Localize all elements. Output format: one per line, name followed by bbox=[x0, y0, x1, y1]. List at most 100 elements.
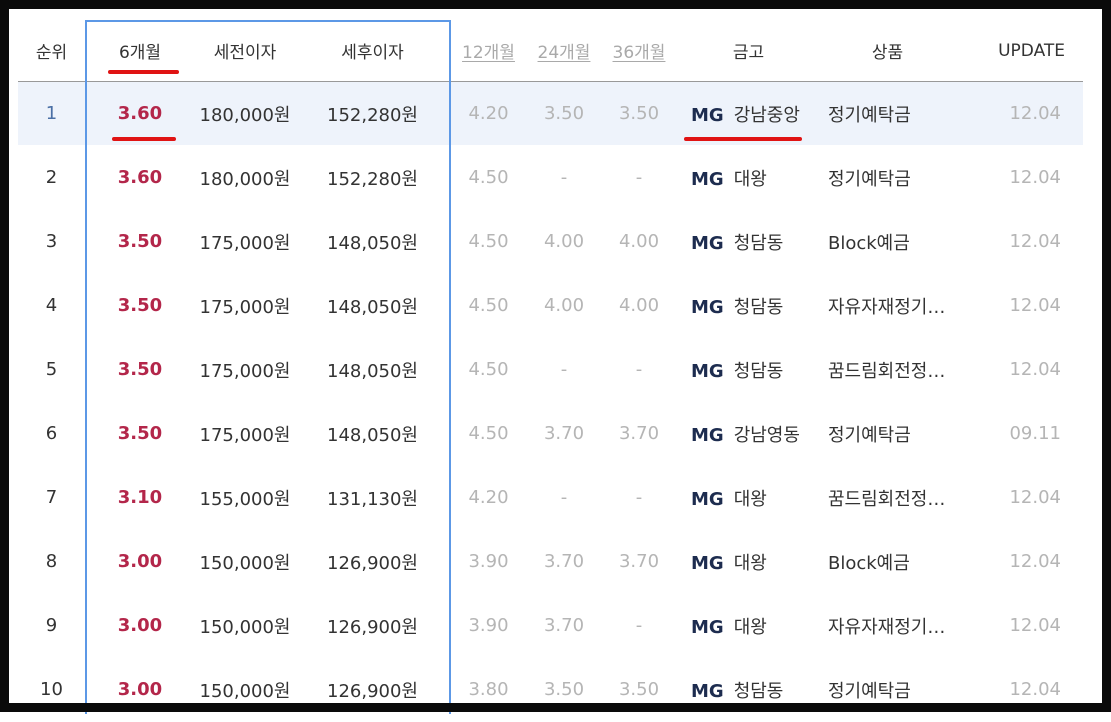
rate-6-month-cell: 3.60 bbox=[85, 81, 195, 146]
table-row[interactable]: 6 3.50 175,000원 148,050원 4.50 3.70 3.70 MG 강남영동 정… bbox=[18, 401, 1083, 466]
mg-logo: MG bbox=[691, 360, 724, 382]
update-date-cell: 12.04 bbox=[955, 209, 1083, 274]
table-row[interactable]: 4 3.50 175,000원 148,050원 4.50 4.00 4.00 MG 청담동 자유… bbox=[18, 273, 1083, 338]
bank-name: 청담동 bbox=[733, 296, 784, 318]
rank-cell: 4 bbox=[18, 273, 85, 338]
header-bank: 금고 bbox=[677, 20, 820, 82]
pretax-interest-cell: 175,000원 bbox=[195, 209, 295, 274]
rate-24-month-cell: 3.70 bbox=[527, 593, 601, 658]
table-row[interactable]: 2 3.60 180,000원 152,280원 4.50- - MG 대왕 정기예탁금 12.0… bbox=[18, 145, 1083, 210]
bank-cell[interactable]: MG 청담동 bbox=[677, 209, 820, 274]
pretax-interest-cell: 180,000원 bbox=[195, 81, 295, 146]
bank-name: 청담동 bbox=[733, 680, 784, 702]
rate-6-month-cell: 3.00 bbox=[85, 529, 195, 594]
rate-24-month-cell: 4.00 bbox=[527, 209, 601, 274]
mg-logo: MG bbox=[691, 680, 724, 702]
posttax-interest-cell: 148,050원 bbox=[295, 209, 450, 274]
mg-logo: MG bbox=[691, 424, 724, 446]
pretax-interest-cell: 175,000원 bbox=[195, 401, 295, 466]
bank-name: 대왕 bbox=[733, 616, 767, 638]
pretax-interest-cell: 180,000원 bbox=[195, 145, 295, 210]
bank-cell[interactable]: MG 청담동 bbox=[677, 273, 820, 338]
posttax-interest-cell: 152,280원 bbox=[295, 81, 450, 146]
rate-12-month-cell: 3.90 bbox=[450, 529, 527, 594]
rate-6-month-cell: 3.50 bbox=[85, 337, 195, 402]
deposit-rate-table: 순위 6개월 세전이자 세후이자 12개월 24개월 36개월 금고 상품 UP… bbox=[18, 20, 1083, 722]
rate-24-month-cell: - bbox=[527, 465, 601, 530]
bank-name: 강남영동 bbox=[733, 424, 800, 446]
product-cell[interactable]: 정기예탁금 bbox=[820, 145, 955, 210]
update-date-cell: 12.04 bbox=[955, 145, 1083, 210]
rate-12-month-cell: 3.90 bbox=[450, 593, 527, 658]
rate-12-month-cell: 4.50 bbox=[450, 337, 527, 402]
bank-cell[interactable]: MG 청담동 bbox=[677, 337, 820, 402]
header-rank: 순위 bbox=[18, 20, 85, 82]
annotation-underline-top-bank bbox=[684, 137, 802, 141]
rate-6-month-cell: 3.10 bbox=[85, 465, 195, 530]
posttax-interest-cell: 131,130원 bbox=[295, 465, 450, 530]
header-24-months[interactable]: 24개월 bbox=[527, 20, 601, 82]
pretax-interest-cell: 175,000원 bbox=[195, 337, 295, 402]
header-update: UPDATE bbox=[955, 20, 1083, 82]
rate-24-month-cell: 3.50 bbox=[527, 81, 601, 146]
update-date-cell: 12.04 bbox=[955, 529, 1083, 594]
rate-12-month-cell: 4.20 bbox=[450, 81, 527, 146]
rank-cell: 7 bbox=[18, 465, 85, 530]
product-cell[interactable]: 자유자재정기예… bbox=[820, 273, 955, 338]
rank-cell: 5 bbox=[18, 337, 85, 402]
bank-cell[interactable]: MG 강남영동 bbox=[677, 401, 820, 466]
mg-logo: MG bbox=[691, 296, 724, 318]
table-row[interactable]: 1 3.60 180,000원 152,280원 4.20 3.50 3.50 MG 강남중앙 정… bbox=[18, 81, 1083, 146]
mg-logo: MG bbox=[691, 232, 724, 254]
rate-36-month-cell: 3.50 bbox=[601, 81, 677, 146]
pretax-interest-cell: 155,000원 bbox=[195, 465, 295, 530]
annotation-underline-6-month-header bbox=[108, 70, 179, 74]
rate-12-month-cell: 4.50 bbox=[450, 273, 527, 338]
rank-cell: 3 bbox=[18, 209, 85, 274]
update-date-cell: 12.04 bbox=[955, 337, 1083, 402]
update-date-cell: 12.04 bbox=[955, 593, 1083, 658]
table-row[interactable]: 5 3.50 175,000원 148,050원 4.50- - MG 청담동 꿈드림회전정기…… bbox=[18, 337, 1083, 402]
product-cell[interactable]: Block예금 bbox=[820, 529, 955, 594]
product-cell[interactable]: 꿈드림회전정기… bbox=[820, 337, 955, 402]
mg-logo: MG bbox=[691, 104, 724, 126]
bank-cell[interactable]: MG 대왕 bbox=[677, 465, 820, 530]
rate-6-month-cell: 3.00 bbox=[85, 593, 195, 658]
bank-cell[interactable]: MG 대왕 bbox=[677, 145, 820, 210]
rate-12-month-cell: 4.20 bbox=[450, 465, 527, 530]
product-cell[interactable]: 꿈드림회전정기… bbox=[820, 465, 955, 530]
rate-6-month-cell: 3.60 bbox=[85, 145, 195, 210]
header-posttax-interest: 세후이자 bbox=[295, 20, 450, 82]
table-row[interactable]: 7 3.10 155,000원 131,130원 4.20- - MG 대왕 꿈드림회전정기… 1… bbox=[18, 465, 1083, 530]
product-cell[interactable]: 정기예탁금 bbox=[820, 401, 955, 466]
rate-6-month-cell: 3.50 bbox=[85, 273, 195, 338]
posttax-interest-cell: 148,050원 bbox=[295, 337, 450, 402]
bank-cell[interactable]: MG 대왕 bbox=[677, 529, 820, 594]
product-cell[interactable]: Block예금 bbox=[820, 209, 955, 274]
bank-cell[interactable]: MG 강남중앙 bbox=[677, 81, 820, 146]
rate-12-month-cell: 4.50 bbox=[450, 401, 527, 466]
header-12-months[interactable]: 12개월 bbox=[450, 20, 527, 82]
mg-logo: MG bbox=[691, 168, 724, 190]
header-36-months[interactable]: 36개월 bbox=[601, 20, 677, 82]
bank-cell[interactable]: MG 대왕 bbox=[677, 593, 820, 658]
rate-36-month-cell: 3.70 bbox=[601, 529, 677, 594]
product-cell[interactable]: 정기예탁금 bbox=[820, 81, 955, 146]
table-row[interactable]: 8 3.00 150,000원 126,900원 3.90 3.70 3.70 MG 대왕 Blo… bbox=[18, 529, 1083, 594]
table-row[interactable]: 9 3.00 150,000원 126,900원 3.90 3.70- MG 대왕 자유자재정기… bbox=[18, 593, 1083, 658]
rate-12-month-cell: 4.50 bbox=[450, 145, 527, 210]
posttax-interest-cell: 126,900원 bbox=[295, 529, 450, 594]
table-row[interactable]: 3 3.50 175,000원 148,050원 4.50 4.00 4.00 MG 청담동 Bl… bbox=[18, 209, 1083, 274]
bank-name: 강남중앙 bbox=[733, 104, 800, 126]
mg-logo: MG bbox=[691, 616, 724, 638]
rank-cell: 1 bbox=[18, 81, 85, 146]
update-date-cell: 12.04 bbox=[955, 465, 1083, 530]
rate-12-month-cell: 4.50 bbox=[450, 209, 527, 274]
product-cell[interactable]: 자유자재정기예… bbox=[820, 593, 955, 658]
update-date-cell: 12.04 bbox=[955, 273, 1083, 338]
bank-name: 대왕 bbox=[733, 488, 767, 510]
annotation-underline-top-rate bbox=[112, 137, 176, 141]
header-product: 상품 bbox=[820, 20, 955, 82]
rank-cell: 8 bbox=[18, 529, 85, 594]
update-date-cell: 12.04 bbox=[955, 81, 1083, 146]
